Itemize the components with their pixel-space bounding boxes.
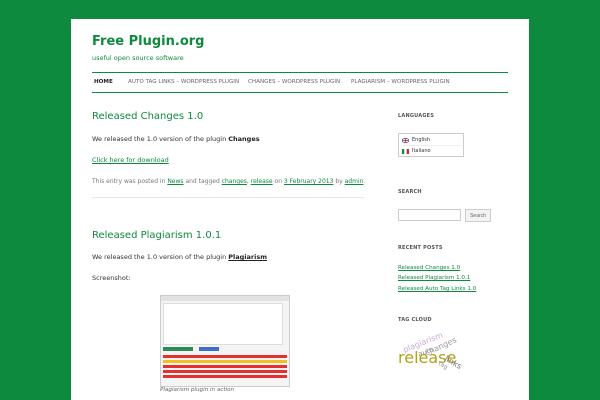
site-description: useful open source software [92,54,184,62]
post-text: We released the 1.0 version of the plugi… [92,135,260,143]
plugin-name: Changes [228,135,260,143]
screenshot-green-bar [163,347,193,351]
screenshot-yellow-bar [163,360,287,363]
nav-item-home[interactable]: HOME [94,79,113,85]
nav-item-auto-tag-links[interactable]: AUTO TAG LINKS – WORDPRESS PLUGIN [128,79,239,85]
download-link[interactable]: Click here for download [92,156,169,164]
meta-on: on [272,178,284,185]
tag-cloud-title: TAG CLOUD [398,317,432,323]
site-title[interactable]: Free Plugin.org [92,34,204,49]
post-divider [92,197,364,198]
language-option-italiano[interactable]: Italiano [402,145,462,156]
meta-prefix: This entry was posted in [92,178,168,185]
main-navigation: HOME AUTO TAG LINKS – WORDPRESS PLUGIN C… [92,72,508,93]
author-link[interactable]: admin [345,178,364,185]
recent-post-link[interactable]: Released Auto Tag Links 1.0 [398,286,476,292]
search-button[interactable]: Search [465,209,491,222]
page-container: Free Plugin.org useful open source softw… [71,19,529,400]
screenshot-red-bar [163,355,287,358]
search-input[interactable] [398,209,461,221]
meta-by: by [333,178,345,185]
language-label: English [412,137,431,143]
download-link-wrap: Click here for download [92,156,169,164]
screenshot-red-bar [163,370,287,373]
languages-widget-title: LANGUAGES [398,113,435,119]
post-title[interactable]: Released Changes 1.0 [92,111,203,122]
italy-flag-icon [402,148,409,154]
plugin-link[interactable]: Plagiarism [228,253,267,261]
screenshot-blue-bar [199,347,219,351]
screenshot-red-bar [163,375,287,378]
screenshot-red-bar [163,365,287,368]
screenshot-editor [163,303,283,345]
date-link[interactable]: 3 February 2013 [284,178,334,185]
plugin-screenshot-image[interactable] [160,295,290,387]
language-label: Italiano [412,148,431,154]
post-title[interactable]: Released Plagiarism 1.0.1 [92,230,221,241]
screenshot-label: Screenshot: [92,274,131,282]
recent-post-link[interactable]: Released Changes 1.0 [398,265,460,271]
search-widget-title: SEARCH [398,189,422,195]
nav-item-changes[interactable]: CHANGES – WORDPRESS PLUGIN [248,79,340,85]
recent-post-link[interactable]: Released Plagiarism 1.0.1 [398,275,470,281]
uk-flag-icon [401,137,410,143]
post-text: We released the 1.0 version of the plugi… [92,253,267,261]
image-caption: Plagiarism plugin in action [160,387,235,393]
language-switcher: English Italiano [398,133,464,157]
screenshot-toolbar [161,296,289,301]
meta-end: . [363,178,366,185]
meta-tagged: and tagged [183,178,222,185]
post-meta: This entry was posted in News and tagged… [92,178,365,185]
post-text-prefix: We released the 1.0 version of the plugi… [92,253,229,261]
tag-link-changes[interactable]: changes [222,178,247,185]
recent-posts-title: RECENT POSTS [398,245,443,251]
tag-link-release[interactable]: release [251,178,273,185]
nav-item-plagiarism[interactable]: PLAGIARISM – WORDPRESS PLUGIN [351,79,450,85]
category-link[interactable]: News [167,178,183,185]
post-text-prefix: We released the 1.0 version of the plugi… [92,135,229,143]
tag-cloud: plagiarism changes auto release links ta… [398,324,508,384]
language-option-english[interactable]: English [401,135,462,145]
